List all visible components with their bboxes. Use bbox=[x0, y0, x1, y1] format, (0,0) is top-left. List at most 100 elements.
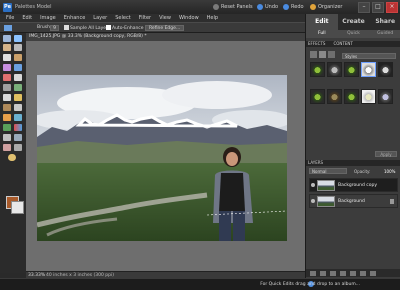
photo-canvas-image[interactable] bbox=[37, 75, 287, 241]
tool-options-bar: Brush: 9 Sample All Layers Auto-Enhance … bbox=[0, 22, 305, 33]
effect-thumbnail[interactable] bbox=[378, 89, 393, 104]
cookie-cutter-tool-icon[interactable] bbox=[8, 154, 16, 161]
filters-icon[interactable] bbox=[310, 51, 317, 58]
shape-tool-icon[interactable] bbox=[3, 134, 11, 141]
lock-icon bbox=[390, 199, 394, 204]
menu-enhance[interactable]: Enhance bbox=[64, 15, 86, 21]
eyedropper-tool-icon[interactable] bbox=[14, 44, 22, 51]
menu-image[interactable]: Image bbox=[40, 15, 56, 21]
background-color-swatch[interactable] bbox=[11, 201, 24, 214]
paint-bucket-tool-icon[interactable] bbox=[3, 124, 11, 131]
menu-layer[interactable]: Layer bbox=[93, 15, 107, 21]
layer-mask-icon[interactable] bbox=[330, 270, 336, 276]
organizer-icon bbox=[310, 4, 316, 10]
effect-thumbnail[interactable] bbox=[310, 62, 325, 77]
sample-all-layers-label: Sample All Layers bbox=[70, 26, 111, 31]
clone-stamp-tool-icon[interactable] bbox=[3, 104, 11, 111]
redo-button[interactable]: Redo bbox=[283, 3, 304, 11]
eraser-tool-icon[interactable] bbox=[14, 104, 22, 111]
hand-tool-icon[interactable] bbox=[3, 44, 11, 51]
trash-icon[interactable] bbox=[360, 270, 366, 276]
visibility-eye-icon[interactable] bbox=[311, 199, 315, 203]
effect-thumbnail[interactable] bbox=[310, 89, 325, 104]
window-controls: – □ × bbox=[358, 2, 398, 13]
maximize-button[interactable]: □ bbox=[372, 2, 384, 13]
layer-row-background[interactable]: Background bbox=[309, 194, 398, 208]
undo-button[interactable]: Undo bbox=[257, 3, 278, 11]
effects-category-buttons bbox=[310, 51, 335, 58]
minimize-button[interactable]: – bbox=[358, 2, 370, 13]
close-button[interactable]: × bbox=[386, 2, 398, 13]
reset-panels-button[interactable]: Reset Panels bbox=[213, 3, 253, 11]
menu-help[interactable]: Help bbox=[207, 15, 218, 21]
tab-share[interactable]: Share bbox=[369, 14, 400, 30]
tab-guided-edit[interactable]: Guided bbox=[369, 30, 400, 38]
auto-enhance-checkbox[interactable]: Auto-Enhance bbox=[106, 25, 144, 31]
effect-thumbnail[interactable] bbox=[327, 62, 342, 77]
effects-tab[interactable]: EFFECTS bbox=[308, 41, 325, 47]
lock-all-icon[interactable] bbox=[350, 270, 356, 276]
effect-thumbnail[interactable] bbox=[378, 62, 393, 77]
adjustment-layer-icon[interactable] bbox=[320, 270, 326, 276]
layers-panel-header: LAYERS bbox=[306, 160, 400, 166]
gradient-tool-icon[interactable] bbox=[14, 124, 22, 131]
menu-window[interactable]: Window bbox=[179, 15, 199, 21]
effect-thumbnail[interactable] bbox=[361, 62, 376, 77]
link-layers-icon[interactable] bbox=[340, 270, 346, 276]
spot-healing-tool-icon[interactable] bbox=[14, 94, 22, 101]
blend-mode-dropdown[interactable]: Normal bbox=[309, 168, 347, 174]
smart-brush-tool-icon[interactable] bbox=[14, 114, 22, 121]
move-tool-icon[interactable] bbox=[3, 35, 11, 42]
recompose-tool-icon[interactable] bbox=[14, 84, 22, 91]
photo-effects-icon[interactable] bbox=[328, 51, 335, 58]
tab-quick-fix[interactable]: Quick bbox=[338, 30, 370, 38]
menu-filter[interactable]: Filter bbox=[139, 15, 151, 21]
brush-size-picker[interactable]: 9 bbox=[50, 25, 59, 31]
redo-icon bbox=[283, 4, 289, 10]
type-tool-icon[interactable] bbox=[14, 74, 22, 81]
marquee-tool-icon[interactable] bbox=[3, 54, 11, 61]
menu-select[interactable]: Select bbox=[115, 15, 130, 21]
effect-thumbnail[interactable] bbox=[344, 62, 359, 77]
blur-tool-icon[interactable] bbox=[14, 134, 22, 141]
reset-panels-label: Reset Panels bbox=[221, 4, 253, 10]
refine-edge-button[interactable]: Refine Edge... bbox=[145, 25, 185, 31]
layer-row-background-copy[interactable]: Background copy bbox=[309, 178, 398, 192]
layer-thumbnail bbox=[317, 196, 335, 207]
quick-selection-tool-icon[interactable] bbox=[14, 64, 22, 71]
apply-button[interactable]: Apply bbox=[375, 151, 397, 157]
visibility-eye-icon[interactable] bbox=[311, 183, 315, 187]
organizer-label: Organizer bbox=[318, 4, 343, 10]
content-tab[interactable]: CONTENT bbox=[333, 41, 352, 47]
organizer-button[interactable]: Organizer bbox=[310, 3, 342, 11]
effects-style-dropdown[interactable]: Styles bbox=[342, 53, 396, 59]
sponge-tool-icon[interactable] bbox=[3, 144, 11, 151]
tab-create[interactable]: Create bbox=[338, 14, 370, 30]
menu-edit[interactable]: Edit bbox=[22, 15, 32, 21]
brush-tool-icon[interactable] bbox=[3, 114, 11, 121]
crop-tool-icon[interactable] bbox=[3, 84, 11, 91]
menu-file[interactable]: File bbox=[6, 15, 14, 21]
effect-thumbnail[interactable] bbox=[361, 89, 376, 104]
magic-wand-tool-icon[interactable] bbox=[3, 64, 11, 71]
tab-edit[interactable]: Edit bbox=[306, 14, 338, 30]
effect-thumbnail[interactable] bbox=[344, 89, 359, 104]
red-eye-tool-icon[interactable] bbox=[3, 74, 11, 81]
app-title: Palettes Model bbox=[15, 4, 52, 10]
opacity-value[interactable]: 100% bbox=[384, 169, 395, 174]
panel-bin: Edit Create Share Full Quick Guided EFFE… bbox=[305, 14, 400, 279]
sample-all-layers-checkbox[interactable]: Sample All Layers bbox=[64, 25, 110, 31]
layer-name: Background copy bbox=[338, 183, 378, 188]
effect-thumbnail[interactable] bbox=[327, 89, 342, 104]
more-options-icon[interactable] bbox=[370, 270, 376, 276]
layer-styles-icon[interactable] bbox=[319, 51, 326, 58]
new-layer-icon[interactable] bbox=[310, 270, 316, 276]
lasso-tool-icon[interactable] bbox=[14, 54, 22, 61]
tab-full-edit[interactable]: Full bbox=[306, 30, 338, 38]
sample-all-layers-check-icon bbox=[64, 25, 69, 30]
zoom-tool-icon[interactable] bbox=[14, 35, 22, 42]
pencil-tool-icon[interactable] bbox=[14, 144, 22, 151]
menu-view[interactable]: View bbox=[159, 15, 171, 21]
straighten-tool-icon[interactable] bbox=[3, 94, 11, 101]
redo-label: Redo bbox=[291, 4, 304, 10]
